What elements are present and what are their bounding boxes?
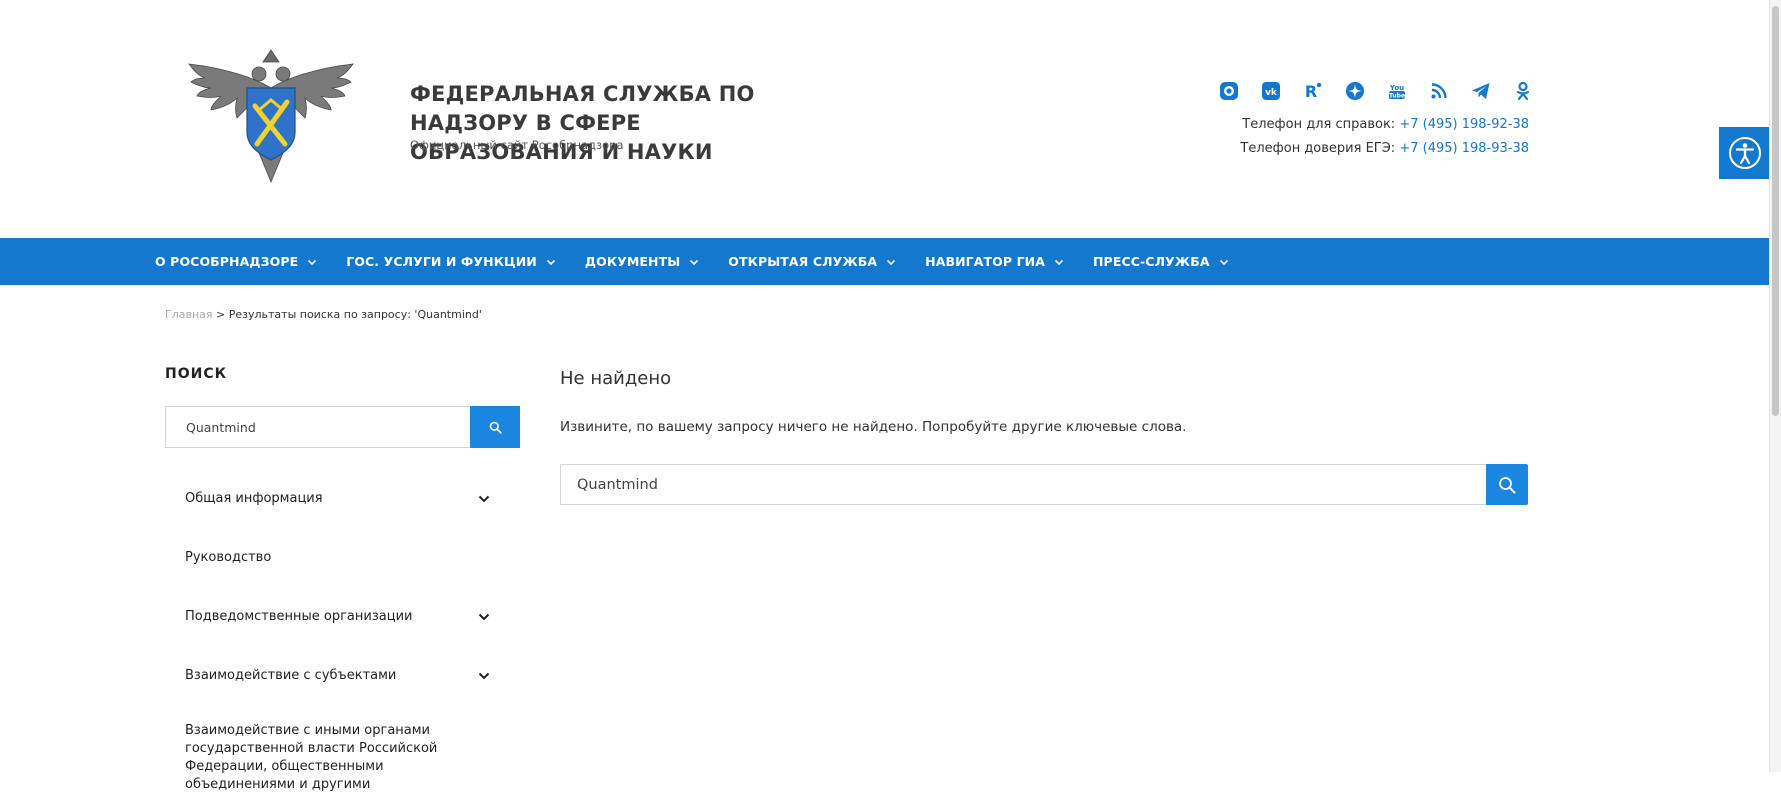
main-search-form	[560, 464, 1528, 505]
site-title: ФЕДЕРАЛЬНАЯ СЛУЖБА ПО НАДЗОРУ В СФЕРЕ ОБ…	[410, 82, 755, 164]
telegram-icon[interactable]	[1470, 80, 1492, 102]
chevron-down-icon	[887, 259, 896, 265]
hotline-label: Телефон доверия ЕГЭ:	[1240, 141, 1396, 156]
hotline-link[interactable]: +7 (495) 198-93-38	[1399, 141, 1529, 156]
sidebar-search-title: ПОИСК	[165, 366, 228, 382]
sidebar-item-regions-interaction[interactable]: Взаимодействие с субъектами	[165, 645, 500, 704]
rss-icon[interactable]	[1428, 80, 1450, 102]
nav-item-about[interactable]: О РОСОБРНАДЗОРЕ	[155, 254, 317, 269]
sidebar-item-label: Руководство	[185, 550, 272, 565]
main-search-input[interactable]	[560, 464, 1487, 505]
sidebar-item-label: Взаимодействие с субъектами	[185, 668, 397, 683]
sidebar-item-general-info[interactable]: Общая информация	[165, 468, 500, 527]
odnoklassniki-icon[interactable]	[1512, 80, 1534, 102]
svg-text:Tube: Tube	[1389, 93, 1405, 100]
svg-text:You: You	[1389, 84, 1404, 92]
main-search-button[interactable]	[1486, 464, 1528, 505]
sidebar-item-leadership[interactable]: Руководство	[165, 527, 500, 586]
hotline-info-row: Телефон доверия ЕГЭ: +7 (495) 198-93-38	[1240, 141, 1529, 156]
chevron-down-icon	[1054, 259, 1064, 265]
search-icon	[489, 421, 502, 434]
vk-icon[interactable]: vk	[1260, 80, 1282, 102]
nav-items: О РОСОБРНАДЗОРЕ ГОС. УСЛУГИ И ФУНКЦИИ ДО…	[155, 238, 1229, 285]
phone-label: Телефон для справок:	[1242, 117, 1396, 132]
nav-item-label: ГОС. УСЛУГИ И ФУНКЦИИ	[346, 254, 537, 269]
rosobrnadzor-emblem-logo[interactable]	[185, 48, 357, 184]
breadcrumb-home-link[interactable]: Главная	[165, 308, 213, 321]
nav-item-gia-navigator[interactable]: НАВИГАТОР ГИА	[925, 254, 1064, 269]
chevron-down-icon[interactable]	[477, 492, 491, 506]
nav-item-label: ОТКРЫТАЯ СЛУЖБА	[728, 254, 878, 269]
nav-item-press[interactable]: ПРЕСС-СЛУЖБА	[1093, 254, 1229, 269]
results-title: Не найдено	[560, 368, 672, 389]
nav-item-label: О РОСОБРНАДЗОРЕ	[155, 254, 299, 269]
svg-text:vk: vk	[1265, 88, 1278, 98]
accessibility-button[interactable]	[1719, 127, 1771, 179]
sidebar-item-label: Общая информация	[185, 491, 323, 506]
chevron-down-icon	[546, 259, 555, 265]
phone-info-row: Телефон для справок: +7 (495) 198-92-38	[1242, 117, 1529, 132]
sidebar-menu: Общая информация Руководство Подведомств…	[165, 468, 500, 794]
nav-item-documents[interactable]: ДОКУМЕНТЫ	[585, 254, 699, 269]
main-navigation: О РОСОБРНАДЗОРЕ ГОС. УСЛУГИ И ФУНКЦИИ ДО…	[0, 238, 1772, 285]
max-icon[interactable]	[1218, 80, 1240, 102]
scrollbar-thumb[interactable]	[1772, 6, 1779, 416]
nav-item-services[interactable]: ГОС. УСЛУГИ И ФУНКЦИИ	[346, 254, 556, 269]
sidebar-search-button[interactable]	[470, 406, 520, 448]
page: ФЕДЕРАЛЬНАЯ СЛУЖБА ПО НАДЗОРУ В СФЕРЕ ОБ…	[0, 0, 1781, 792]
phone-link[interactable]: +7 (495) 198-92-38	[1399, 117, 1529, 132]
dzen-icon[interactable]	[1344, 80, 1366, 102]
rutube-icon[interactable]: R	[1302, 80, 1324, 102]
chevron-down-icon	[1219, 259, 1228, 265]
nav-item-open-service[interactable]: ОТКРЫТАЯ СЛУЖБА	[728, 254, 896, 269]
social-links: vk R You Tube	[1218, 80, 1534, 104]
breadcrumb: Главная > Результаты поиска по запросу: …	[165, 308, 482, 321]
chevron-down-icon	[308, 259, 317, 265]
sidebar-item-label: Взаимодействие с иными органами государс…	[185, 723, 438, 792]
nav-item-label: ПРЕСС-СЛУЖБА	[1093, 254, 1210, 269]
sidebar-search-input[interactable]	[165, 406, 471, 448]
sidebar-item-subordinate-orgs[interactable]: Подведомственные организации	[165, 586, 500, 645]
chevron-down-icon[interactable]	[477, 669, 491, 683]
svg-text:R: R	[1305, 82, 1317, 101]
page-scrollbar[interactable]	[1769, 0, 1781, 772]
site-subtitle: Официальный сайт Рособрнадзора	[410, 138, 624, 152]
sidebar-item-label: Подведомственные организации	[185, 609, 413, 624]
nav-item-label: НАВИГАТОР ГИА	[925, 254, 1045, 269]
chevron-down-icon[interactable]	[477, 610, 491, 624]
chevron-down-icon	[690, 259, 699, 265]
breadcrumb-current: Результаты поиска по запросу: 'Quantmind…	[228, 308, 482, 321]
nav-item-label: ДОКУМЕНТЫ	[584, 254, 681, 269]
accessibility-icon	[1729, 137, 1761, 169]
youtube-icon[interactable]: You Tube	[1386, 80, 1408, 102]
sidebar-item-other-authorities[interactable]: Взаимодействие с иными органами государс…	[165, 704, 500, 794]
results-message: Извините, по вашему запросу ничего не на…	[560, 419, 1187, 435]
search-icon	[1499, 476, 1516, 493]
sidebar-search-form	[165, 406, 520, 448]
breadcrumb-separator: >	[216, 308, 226, 321]
